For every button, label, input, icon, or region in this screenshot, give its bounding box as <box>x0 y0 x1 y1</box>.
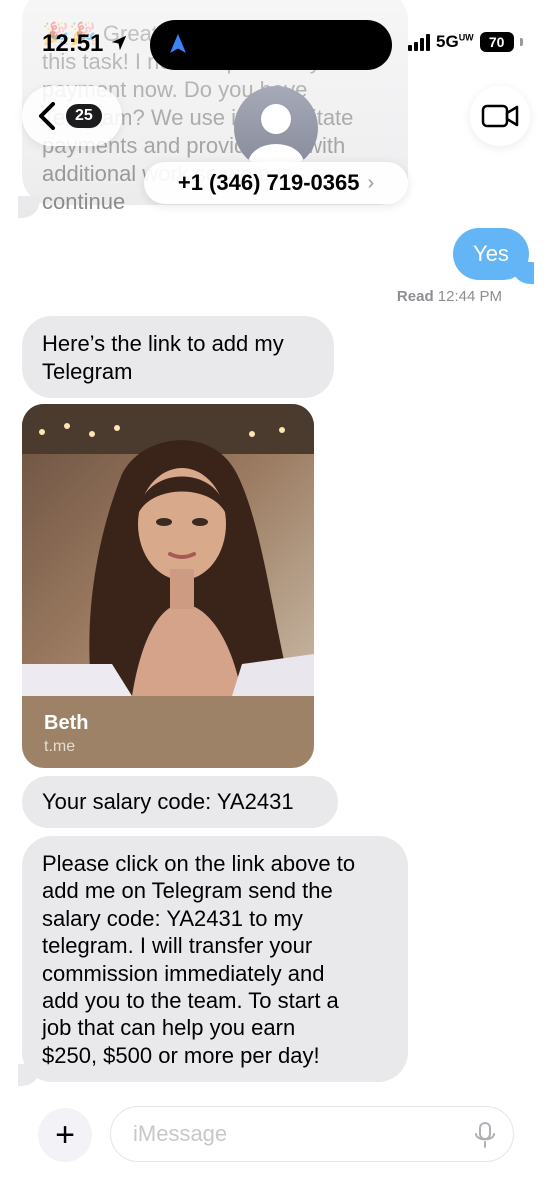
bubble-tail <box>512 262 534 284</box>
network-suffix: UW <box>458 32 474 43</box>
link-url: t.me <box>44 738 76 755</box>
message-compose-field[interactable] <box>110 1106 514 1162</box>
dynamic-island <box>150 20 392 70</box>
back-button[interactable]: 25 <box>22 86 122 146</box>
contact-name-pill[interactable]: +1 (346) 719-0365 › <box>144 162 408 204</box>
message-line: add you to the team. To start a <box>42 988 339 1014</box>
battery-level: 70 <box>488 34 505 50</box>
navigation-arrow-icon <box>170 34 186 53</box>
chevron-left-icon <box>39 102 55 130</box>
incoming-message[interactable]: Please click on the link above to add me… <box>22 836 408 1082</box>
network-type: 5GUW <box>436 32 474 51</box>
message-line: add me on Telegram send the <box>42 878 333 904</box>
contact-avatar[interactable] <box>234 86 318 170</box>
video-camera-icon <box>481 104 519 128</box>
bubble-tail <box>18 1064 40 1086</box>
message-line: Here’s the link to add my <box>42 331 284 356</box>
message-line: salary code: YA2431 to my <box>42 905 303 931</box>
incoming-message[interactable]: Here’s the link to add my Telegram <box>22 316 334 398</box>
apps-plus-button[interactable]: + <box>38 1108 92 1162</box>
unread-count-badge: 25 <box>66 104 102 128</box>
telegram-link-preview[interactable]: Beth t.me <box>22 404 314 768</box>
link-title: Beth <box>44 712 89 734</box>
clock: 12:51 <box>42 30 104 57</box>
message-text: Your salary code: YA2431 <box>42 789 294 814</box>
plus-icon: + <box>55 1116 75 1154</box>
message-line: telegram. I will transfer your <box>42 933 313 959</box>
incoming-message[interactable]: Your salary code: YA2431 <box>22 776 338 828</box>
imessage-input[interactable] <box>133 1121 453 1147</box>
status-indicators: 5GUW 70 <box>408 32 523 52</box>
read-time: 12:44 PM <box>437 288 502 305</box>
location-arrow-icon <box>111 35 127 51</box>
facetime-video-button[interactable] <box>470 86 530 146</box>
message-line: job that can help you earn <box>42 1015 296 1041</box>
read-label: Read <box>396 288 434 305</box>
message-line: $250, $500 or more per day! <box>42 1042 320 1068</box>
message-line: commission immediately and <box>42 960 325 986</box>
battery-icon: 70 <box>479 32 514 52</box>
read-receipt: Read 12:44 PM <box>397 288 502 305</box>
status-time: 12:51 <box>42 30 128 58</box>
bubble-tail <box>18 196 40 218</box>
person-silhouette-icon <box>248 104 304 170</box>
outgoing-message-text: Yes <box>473 241 509 266</box>
link-preview-photo <box>22 404 314 696</box>
microphone-icon[interactable] <box>473 1121 497 1149</box>
message-line: Please click on the link above to <box>42 851 356 876</box>
battery-tip <box>519 38 523 46</box>
chevron-right-icon: › <box>367 171 375 194</box>
contact-name: +1 (346) 719-0365 <box>177 170 360 195</box>
cellular-signal-icon <box>408 33 430 51</box>
message-line: Telegram <box>42 359 133 384</box>
